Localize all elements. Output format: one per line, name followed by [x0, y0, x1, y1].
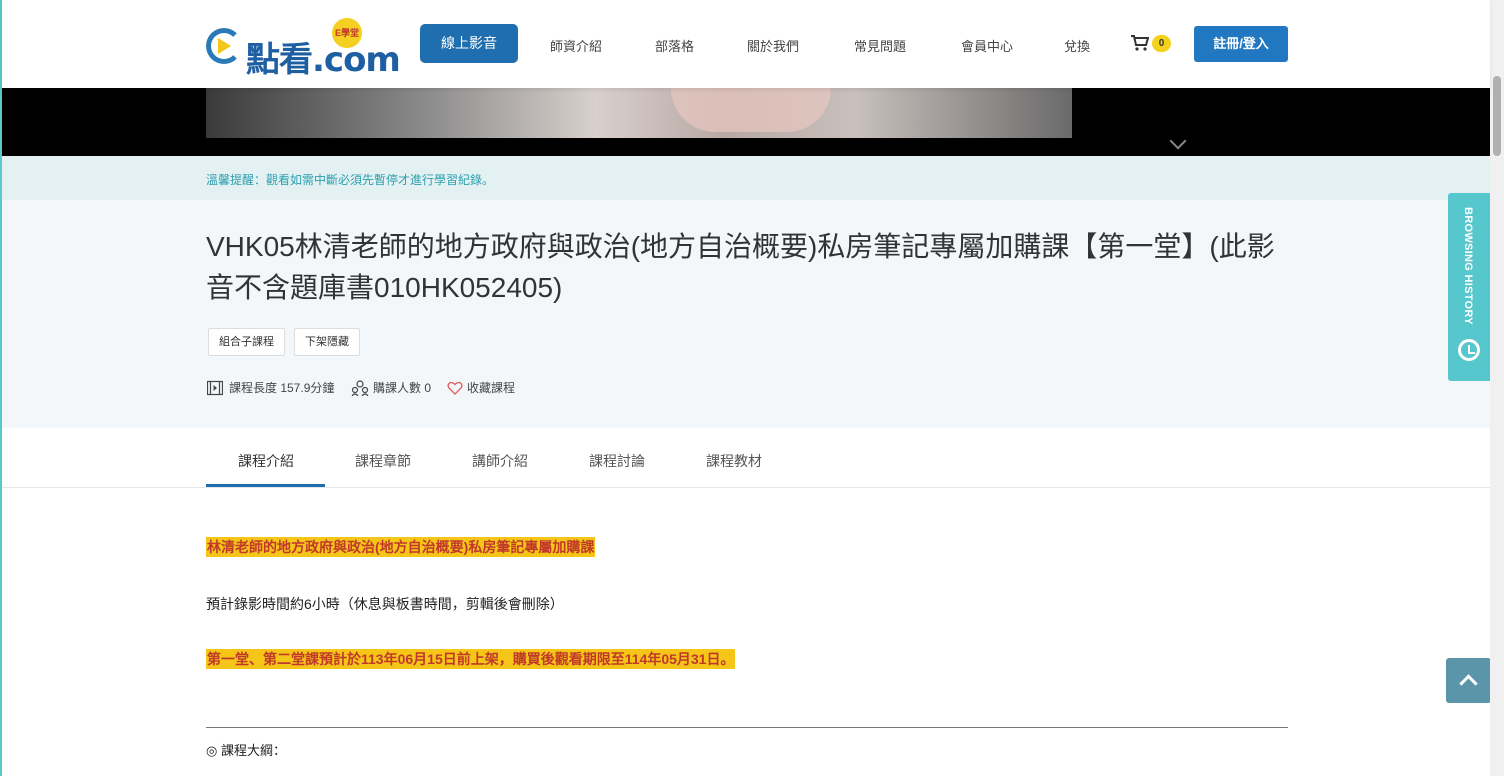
- nav-teachers[interactable]: 師資介紹: [550, 36, 602, 55]
- tab-intro[interactable]: 課程介紹: [238, 451, 294, 471]
- active-tab-indicator: [206, 484, 325, 487]
- page-scrollbar[interactable]: [1490, 0, 1504, 776]
- course-tabs: 課程介紹 課程章節 講師介紹 課程討論 課程教材: [2, 428, 1490, 488]
- nav-blog[interactable]: 部落格: [655, 36, 694, 55]
- site-header: 點看.com E學堂 線上影音 師資介紹 部落格 關於我們 常見問題 會員中心 …: [2, 0, 1490, 88]
- content-divider: [206, 727, 1288, 728]
- favorite-course[interactable]: 收藏課程: [467, 380, 515, 396]
- back-to-top-button[interactable]: [1446, 658, 1491, 703]
- users-icon: [351, 380, 369, 396]
- buyer-count: 購課人數 0: [373, 381, 432, 395]
- course-title: VHK05林清老師的地方政府與政治(地方自治概要)私房筆記專屬加購課【第一堂】(…: [206, 231, 1275, 303]
- reminder-text: 溫馨提醒：觀看如需中斷必須先暫停才進行學習紀錄。: [206, 173, 495, 187]
- video-image: [671, 88, 831, 132]
- highlight-course-name: 林清老師的地方政府與政治(地方自治概要)私房筆記專屬加購課: [206, 537, 596, 557]
- nav-online-video[interactable]: 線上影音: [420, 24, 518, 63]
- cart-icon[interactable]: [1131, 35, 1149, 51]
- course-duration: 課程長度 157.9分鐘: [229, 381, 335, 395]
- nav-faq[interactable]: 常見問題: [854, 36, 906, 55]
- scrollbar-thumb[interactable]: [1493, 76, 1501, 156]
- cart-count-badge: 0: [1152, 35, 1171, 52]
- tab-materials[interactable]: 課程教材: [706, 451, 762, 471]
- browsing-history-label: BROWSING HISTORY: [1462, 207, 1474, 325]
- nav-redeem[interactable]: 兌換: [1064, 36, 1090, 55]
- film-icon: [207, 380, 223, 396]
- course-outline-heading: ◎ 課程大綱：: [206, 743, 286, 758]
- course-header: VHK05林清老師的地方政府與政治(地方自治概要)私房筆記專屬加購課【第一堂】(…: [2, 200, 1490, 428]
- tab-discussion[interactable]: 課程討論: [589, 451, 645, 471]
- tag-hidden: 下架隱藏: [294, 328, 360, 356]
- site-logo[interactable]: 點看.com E學堂: [206, 18, 401, 80]
- nav-member[interactable]: 會員中心: [961, 36, 1013, 55]
- heart-icon[interactable]: [447, 380, 463, 396]
- logo-text: 點看.com: [246, 40, 401, 80]
- tag-combo-subcourse: 組合子課程: [208, 328, 285, 356]
- video-frame: [206, 88, 1072, 138]
- video-player[interactable]: [2, 88, 1490, 156]
- tab-instructor[interactable]: 講師介紹: [472, 451, 528, 471]
- logo-badge: E學堂: [332, 18, 362, 48]
- recording-time-note: 預計錄影時間約6小時（休息與板書時間，剪輯後會刪除）: [206, 596, 564, 612]
- release-schedule-note: 第一堂、第二堂課預計於113年06月15日前上架，購買後觀看期限至114年05月…: [206, 649, 736, 669]
- login-button[interactable]: 註冊/登入: [1194, 26, 1288, 62]
- browsing-history-tab[interactable]: BROWSING HISTORY: [1448, 193, 1490, 381]
- play-icon: [218, 38, 231, 54]
- clock-icon: [1458, 339, 1480, 361]
- reminder-bar: 溫馨提醒：觀看如需中斷必須先暫停才進行學習紀錄。: [2, 156, 1490, 200]
- nav-about[interactable]: 關於我們: [747, 36, 799, 55]
- tab-chapters[interactable]: 課程章節: [355, 451, 411, 471]
